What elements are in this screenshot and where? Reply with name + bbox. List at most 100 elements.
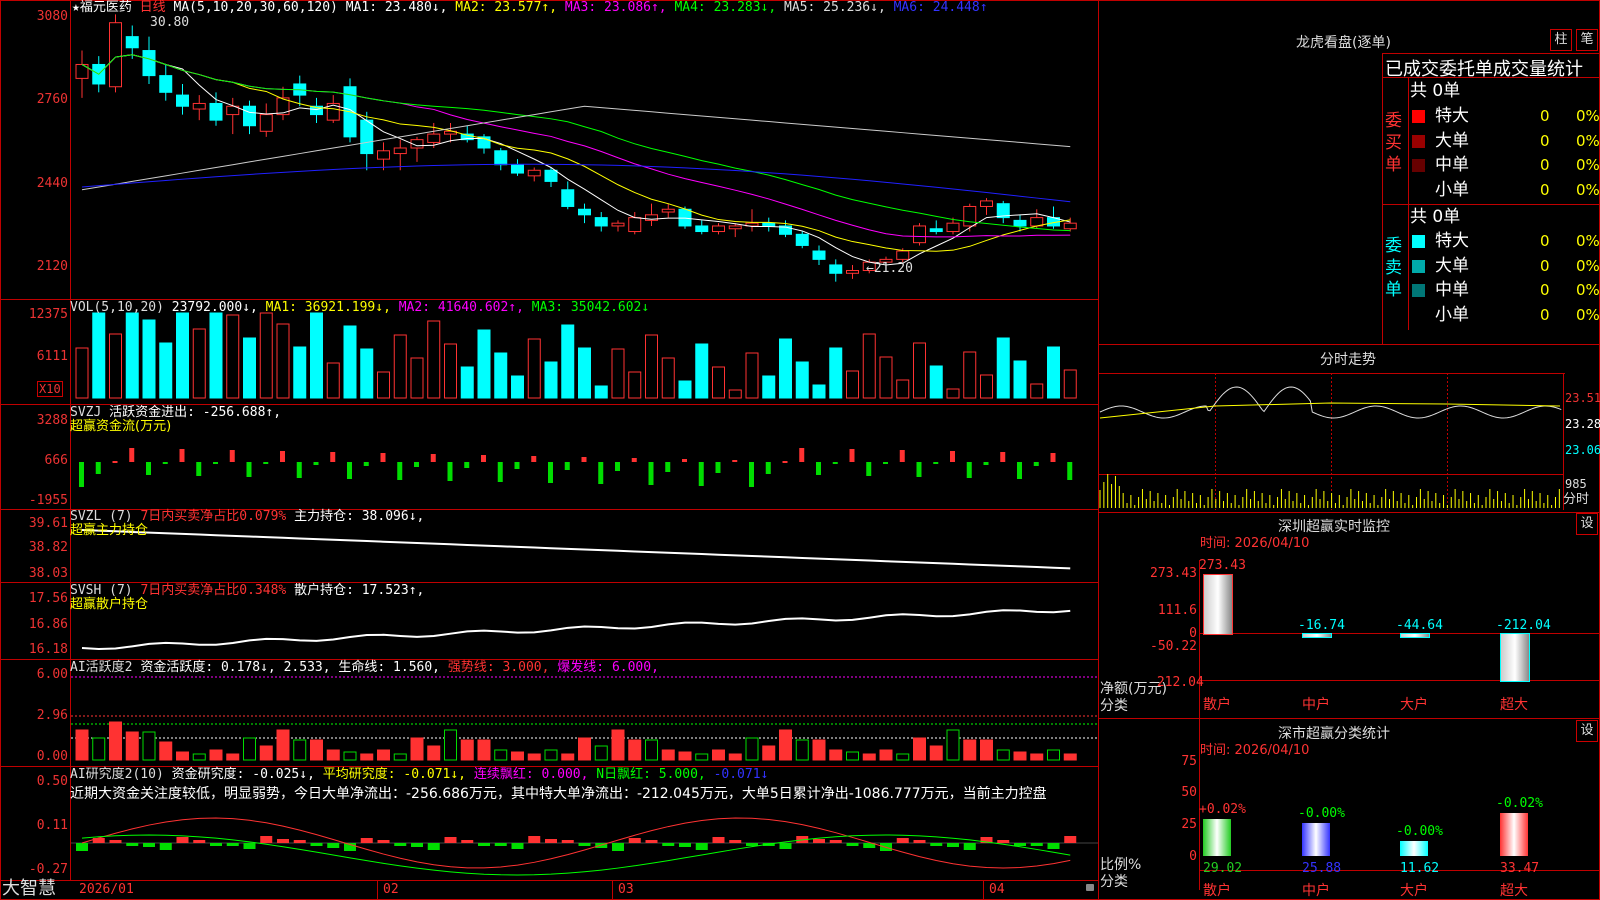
- order-stats-header: 已成交委托单成交量统计: [1385, 59, 1583, 80]
- ratio-bar: [1203, 818, 1231, 856]
- flow-bar: [631, 458, 637, 462]
- sz-monitor-y: -50.22: [1150, 639, 1197, 654]
- candle: [527, 169, 541, 177]
- flow-bar: [715, 462, 721, 473]
- sz-stat-y: 0: [1189, 849, 1197, 864]
- flow-bar: [983, 462, 989, 465]
- volume-bar: [226, 314, 240, 399]
- order-count: 0: [1540, 232, 1550, 250]
- period-label[interactable]: 日线: [140, 0, 166, 15]
- research-bar: [1014, 843, 1026, 846]
- activity-bar: [293, 739, 307, 761]
- flow-bar: [497, 462, 503, 482]
- y-label: 12375: [28, 307, 68, 322]
- volume-bar: [980, 374, 993, 399]
- ma-params: MA(5,10,20,30,60,120): [173, 0, 338, 15]
- research-bar: [210, 843, 222, 846]
- tick-mode-button[interactable]: 笔: [1576, 29, 1598, 51]
- category-label: 大户: [1400, 697, 1428, 713]
- research-bar: [662, 843, 675, 846]
- activity-bar: [812, 739, 826, 761]
- activity-bar: [829, 749, 843, 761]
- order-count: 0: [1540, 256, 1550, 275]
- activity-bar: [444, 729, 457, 761]
- volume-bar: [477, 329, 491, 399]
- sz-stat-axis-label: 比例%: [1100, 857, 1142, 873]
- flow-bar: [1017, 462, 1022, 479]
- candle: [159, 75, 173, 93]
- sz-stat-settings-button[interactable]: 设: [1576, 720, 1598, 742]
- flow-bar: [313, 462, 319, 465]
- favorite-star-icon[interactable]: ★: [72, 0, 80, 15]
- y-label: -0.27: [28, 862, 68, 877]
- ai-active-title: AI活跃度2: [70, 660, 133, 675]
- candle: [946, 222, 960, 233]
- y-label: 6111: [36, 349, 68, 364]
- svsh-label1: 7日内买卖净占比0.348%: [140, 583, 287, 598]
- ai-research-label4: N日飘红: 5.000,: [596, 767, 706, 782]
- research-bar: [159, 843, 172, 850]
- color-swatch: [1412, 134, 1425, 148]
- order-pct: 0%: [1576, 232, 1600, 250]
- volume-bar: [142, 319, 156, 399]
- ma-line: [81, 54, 1071, 232]
- bar-mode-button[interactable]: 柱: [1550, 29, 1572, 51]
- sz-monitor-settings-button[interactable]: 设: [1576, 513, 1598, 535]
- ratio-change: -0.00%: [1396, 824, 1443, 840]
- candle: [812, 250, 826, 260]
- volume-bar: [946, 388, 960, 399]
- activity-bar: [846, 751, 859, 761]
- ma-line: [81, 105, 1071, 191]
- volume-bar: [393, 334, 407, 399]
- volume-bar: [728, 389, 742, 399]
- research-bar: [226, 843, 239, 846]
- intraday-y: 23.51: [1565, 391, 1600, 405]
- research-bar: [813, 839, 825, 843]
- volume-bar: [494, 352, 508, 399]
- ratio-value: 11.62: [1400, 861, 1440, 876]
- research-bar: [528, 836, 541, 843]
- activity-bar: [795, 739, 809, 761]
- volume-bar: [879, 356, 893, 399]
- research-bar: [293, 840, 306, 843]
- research-bar: [243, 843, 256, 849]
- research-bar: [478, 843, 490, 846]
- ratio-bar: [1500, 813, 1528, 856]
- research-bar: [729, 840, 742, 843]
- ai-research-label5: -0.071↓: [713, 767, 769, 782]
- svsh-legend: SVSH (7) 7日内买卖净占比0.348% 散户持仓: 17.523↑,: [70, 584, 424, 598]
- vol-unit-badge[interactable]: X10: [37, 381, 63, 397]
- candle: [578, 208, 591, 216]
- flow-bar: [196, 462, 202, 476]
- activity-bar: [1013, 751, 1027, 761]
- kline-chart[interactable]: [0, 0, 1600, 900]
- activity-bar: [578, 737, 591, 761]
- volume-bar: [594, 385, 608, 399]
- flow-bar: [514, 462, 520, 469]
- lock-icon[interactable]: [1086, 884, 1094, 891]
- category-label: 中户: [1302, 883, 1330, 899]
- order-pct: 0%: [1576, 107, 1600, 125]
- ratio-bar: [1302, 822, 1330, 856]
- low-price-mark: ←21.20: [866, 261, 913, 276]
- volume-bar: [109, 333, 122, 399]
- flow-bar: [615, 462, 620, 471]
- candle: [829, 264, 843, 274]
- order-count: 0: [1540, 281, 1550, 299]
- volume-bar: [812, 384, 826, 399]
- vol-legend: VOL(5,10,20) 23792.000↓, MA1: 36921.199↓…: [70, 301, 649, 315]
- research-bar: [277, 839, 289, 843]
- research-bar: [1064, 836, 1077, 843]
- ratio-value: 33.47: [1500, 861, 1540, 876]
- flow-bar: [330, 452, 336, 462]
- net-flow-bar: [1203, 574, 1233, 635]
- flow-bar: [816, 462, 821, 475]
- volume-bar: [92, 312, 106, 399]
- ai-active-label1: 资金活跃度: 0.178↓,: [140, 660, 276, 675]
- volume-bar: [544, 361, 558, 399]
- candle: [762, 222, 776, 227]
- research-bar: [628, 838, 641, 843]
- flow-bar: [162, 462, 168, 464]
- volume-bar: [561, 324, 575, 399]
- flow-bar: [648, 462, 654, 485]
